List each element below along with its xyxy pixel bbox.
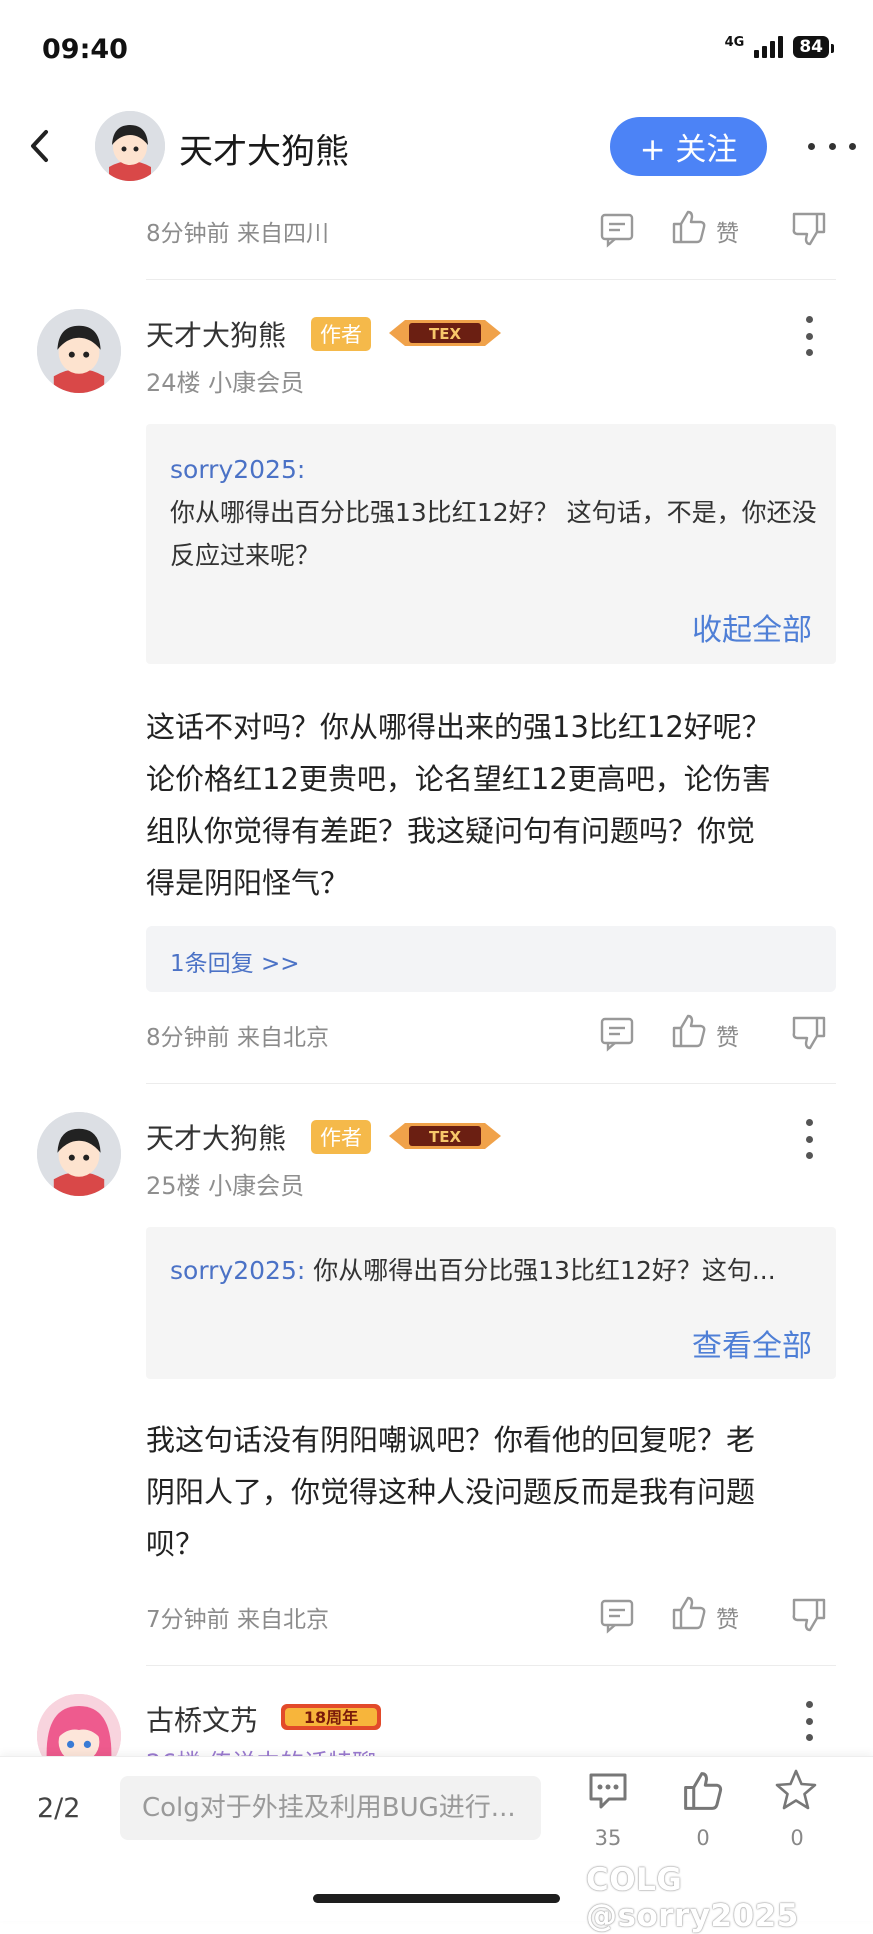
divider: [146, 1665, 836, 1666]
battery-icon: 84: [793, 36, 834, 58]
comment-input[interactable]: Colg对于外挂及利用BUG进行...: [120, 1776, 541, 1840]
header-avatar[interactable]: [95, 111, 165, 181]
like-icon[interactable]: [670, 1594, 708, 1632]
quote-box: sorry2025: 你从哪得出百分比强13比红12好？这句... 查看全部: [146, 1227, 836, 1379]
post-meta: 7分钟前 来自北京: [146, 1607, 329, 1633]
replies-link[interactable]: 1条回复 >>: [170, 944, 300, 978]
author-badge: 作者: [311, 1120, 371, 1154]
like-count: 0: [696, 1826, 710, 1850]
comment-count: 35: [594, 1826, 622, 1850]
post-username[interactable]: 古桥文艿: [146, 1699, 258, 1739]
comment-icon[interactable]: [598, 210, 636, 248]
like-icon[interactable]: [670, 1012, 708, 1050]
post-body-line: 我这句话没有阴阳嘲讽吧？你看他的回复呢？老: [146, 1423, 756, 1457]
like-label[interactable]: 赞: [716, 1018, 739, 1052]
quote-box: sorry2025: 你从哪得出百分比强13比红12好？ 这句话，不是，你还没反…: [146, 424, 836, 664]
post-avatar[interactable]: [37, 1112, 121, 1196]
comment-bubble-icon: [589, 1773, 627, 1809]
dislike-icon[interactable]: [790, 210, 828, 248]
home-indicator[interactable]: [313, 1894, 560, 1903]
post-body: 这话不对吗？你从哪得出来的强13比红12好呢？ 论价格红12更贵吧，论名望红12…: [146, 701, 840, 909]
network-label: 4G: [724, 34, 745, 50]
status-time: 09:40: [42, 34, 128, 65]
post-more-button[interactable]: [799, 1701, 819, 1741]
more-options-button[interactable]: [808, 126, 856, 166]
dislike-icon[interactable]: [790, 1596, 828, 1634]
post-meta: 8分钟前 来自四川: [146, 221, 329, 247]
status-icons: 4G 84: [724, 34, 834, 58]
floor-line: 25楼 小康会员: [146, 1172, 305, 1200]
post-more-button[interactable]: [799, 316, 819, 356]
like-icon[interactable]: [670, 208, 708, 246]
back-button[interactable]: [26, 128, 54, 164]
follow-button[interactable]: + 关注: [610, 117, 767, 176]
anniversary-badge-text: 18周年: [304, 1708, 358, 1727]
view-all-link[interactable]: 查看全部: [692, 1321, 812, 1365]
quote-content: sorry2025: 你从哪得出百分比强13比红12好？这句...: [170, 1249, 820, 1292]
quote-text: 你从哪得出百分比强13比红12好？这句...: [313, 1256, 776, 1285]
like-label[interactable]: 赞: [716, 214, 739, 248]
quote-content: sorry2025: 你从哪得出百分比强13比红12好？ 这句话，不是，你还没反…: [170, 448, 820, 577]
post-body-line: 得是阴阳怪气？: [146, 866, 350, 900]
page-indicator[interactable]: 2/2: [37, 1793, 80, 1824]
comment-icon[interactable]: [598, 1014, 636, 1052]
post-body-line: 呗？: [146, 1527, 205, 1561]
star-icon: [775, 1769, 817, 1810]
post-body-line: 阴阳人了，你觉得这种人没问题反而是我有问题: [146, 1475, 756, 1509]
post-username[interactable]: 天才大狗熊: [146, 314, 286, 354]
collapse-all-link[interactable]: 收起全部: [692, 605, 812, 649]
post-body-line: 这话不对吗？你从哪得出来的强13比红12好呢？: [146, 710, 771, 744]
post-username[interactable]: 天才大狗熊: [146, 1117, 286, 1157]
quote-username[interactable]: sorry2025:: [170, 1256, 305, 1285]
like-button[interactable]: [681, 1769, 725, 1813]
avatar-image: [37, 1112, 121, 1196]
level-badge-text: TEX: [429, 1128, 461, 1146]
avatar-image: [95, 111, 165, 181]
anniversary-badge: 18周年: [279, 1700, 383, 1734]
divider: [146, 279, 836, 280]
dot: [808, 142, 815, 150]
post-more-button[interactable]: [799, 1119, 819, 1159]
level-badge: TEX: [387, 316, 503, 350]
watermark: COLG @sorry2025: [586, 1862, 799, 1934]
floor-line: 24楼 小康会员: [146, 369, 305, 397]
dot: [828, 142, 836, 150]
quote-text: 你从哪得出百分比强13比红12好？ 这句话，不是，你还没反应过来呢？: [170, 498, 817, 570]
comments-button[interactable]: [587, 1769, 629, 1811]
replies-box[interactable]: 1条回复 >>: [146, 926, 836, 992]
divider: [146, 1083, 836, 1084]
favorite-button[interactable]: [773, 1767, 819, 1813]
thumbs-up-icon: [684, 1772, 723, 1810]
like-label[interactable]: 赞: [716, 1600, 739, 1634]
header-username[interactable]: 天才大狗熊: [179, 124, 349, 173]
post-meta: 8分钟前 来自北京: [146, 1025, 329, 1051]
post-body-line: 组队你觉得有差距？我这疑问句有问题吗？你觉: [146, 814, 756, 848]
signal-icon: [754, 36, 784, 58]
chevron-left-icon: [31, 130, 48, 162]
post-body-line: 论价格红12更贵吧，论名望红12更高吧，论伤害: [146, 762, 771, 796]
level-badge-text: TEX: [429, 325, 461, 343]
comment-icon[interactable]: [598, 1596, 636, 1634]
dot: [849, 142, 856, 150]
post-body: 我这句话没有阴阳嘲讽吧？你看他的回复呢？老 阴阳人了，你觉得这种人没问题反而是我…: [146, 1414, 840, 1570]
avatar-image: [37, 309, 121, 393]
favorite-count: 0: [790, 1826, 804, 1850]
level-badge: TEX: [387, 1119, 503, 1153]
author-badge: 作者: [311, 317, 371, 351]
quote-username[interactable]: sorry2025:: [170, 455, 305, 484]
post-avatar[interactable]: [37, 309, 121, 393]
dislike-icon[interactable]: [790, 1014, 828, 1052]
